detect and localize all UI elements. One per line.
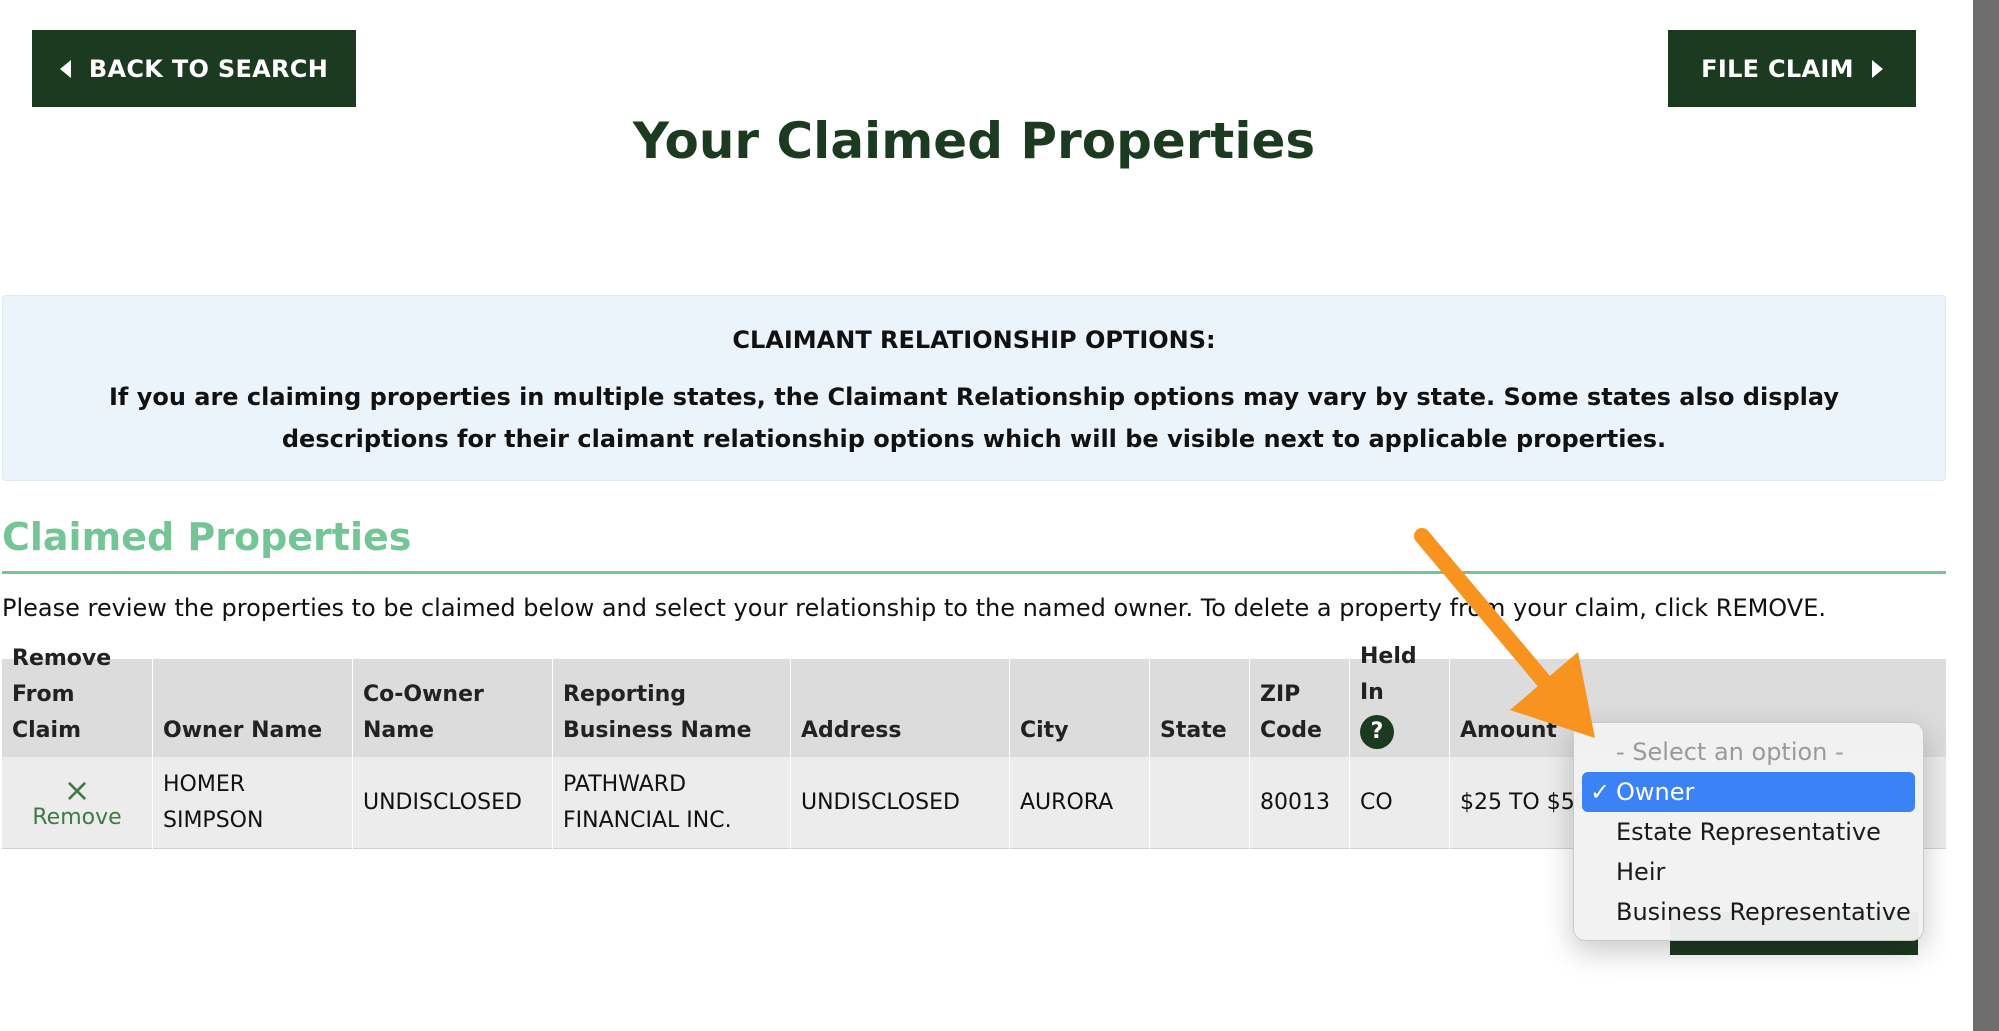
file-claim-label: FILE CLAIM: [1701, 54, 1854, 83]
info-box: CLAIMANT RELATIONSHIP OPTIONS: If you ar…: [2, 295, 1946, 481]
caret-left-icon: [59, 59, 71, 78]
cell-city: AURORA: [1010, 757, 1150, 849]
back-to-search-button[interactable]: BACK TO SEARCH: [32, 30, 356, 107]
dropdown-option-heir[interactable]: Heir: [1582, 852, 1915, 892]
dropdown-option-estate-representative[interactable]: Estate Representative: [1582, 812, 1915, 852]
section-title: Claimed Properties: [2, 515, 412, 559]
header-held-in: Held In ?: [1350, 644, 1450, 757]
dropdown-option-label: Owner: [1616, 778, 1695, 806]
help-icon[interactable]: ?: [1360, 715, 1394, 749]
cell-owner: HOMER SIMPSON: [153, 757, 353, 849]
cell-address: UNDISCLOSED: [791, 757, 1010, 849]
header-state: State: [1150, 659, 1250, 757]
page: BACK TO SEARCH FILE CLAIM Your Claimed P…: [0, 0, 1948, 1031]
scrollbar-gutter: [1948, 0, 1973, 1031]
section-divider: [2, 571, 1946, 574]
cell-zip: 80013: [1250, 757, 1350, 849]
header-held-in-label: Held In: [1360, 644, 1417, 705]
remove-button[interactable]: × Remove: [2, 757, 153, 849]
back-to-search-label: BACK TO SEARCH: [88, 54, 329, 83]
header-city: City: [1010, 659, 1150, 757]
claimant-relationship-dropdown[interactable]: - Select an option - ✓ Owner Estate Repr…: [1573, 722, 1924, 941]
close-icon: ×: [63, 771, 91, 809]
info-heading: CLAIMANT RELATIONSHIP OPTIONS:: [732, 326, 1216, 354]
cell-state: [1150, 757, 1250, 849]
dropdown-option-business-representative[interactable]: Business Representative: [1582, 892, 1915, 932]
info-body: If you are claiming properties in multip…: [108, 383, 1840, 453]
dropdown-option-owner[interactable]: ✓ Owner: [1582, 772, 1915, 812]
caret-right-icon: [1871, 59, 1883, 78]
cell-reporting: PATHWARD FINANCIAL INC.: [553, 757, 791, 849]
file-claim-button[interactable]: FILE CLAIM: [1668, 30, 1916, 107]
header-owner: Owner Name: [153, 659, 353, 757]
cell-held-in: CO: [1350, 757, 1450, 849]
page-title: Your Claimed Properties: [632, 112, 1316, 170]
checkmark-icon: ✓: [1590, 778, 1611, 806]
instructions-text: Please review the properties to be claim…: [2, 594, 1826, 622]
header-address: Address: [791, 659, 1010, 757]
header-remove: Remove From Claim: [2, 646, 153, 757]
dropdown-placeholder-option[interactable]: - Select an option -: [1582, 732, 1915, 772]
header-reporting: Reporting Business Name: [553, 659, 791, 757]
header-coowner: Co-Owner Name: [353, 659, 553, 757]
scrollbar[interactable]: [1973, 0, 1999, 1031]
cell-coowner: UNDISCLOSED: [353, 757, 553, 849]
header-zip: ZIP Code: [1250, 659, 1350, 757]
remove-label: Remove: [32, 805, 122, 830]
